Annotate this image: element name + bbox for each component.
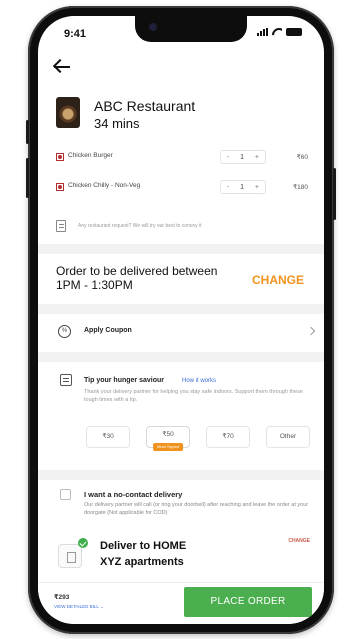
signal-icon — [257, 28, 268, 36]
view-detailed-bill-link[interactable]: VIEW DETAILED BILL ⌄ — [54, 604, 104, 610]
tip-option-30[interactable]: ₹30 — [86, 426, 130, 448]
phone-side-button — [26, 120, 29, 144]
status-time: 9:41 — [64, 28, 87, 40]
change-address-button[interactable]: CHANGE — [288, 538, 310, 544]
cart-item: Chicken Burger - 1 + ₹60 — [56, 150, 312, 166]
deliver-to-title: Deliver to HOME — [100, 540, 187, 552]
tip-amount: ₹30 — [102, 433, 114, 440]
tip-icon — [60, 374, 72, 386]
tip-option-70[interactable]: ₹70 — [206, 426, 250, 448]
increment-button[interactable]: + — [255, 154, 259, 161]
order-total: ₹293 — [54, 594, 70, 601]
most-tipped-badge: Most Tipped — [153, 443, 183, 451]
quantity-value: 1 — [240, 153, 245, 161]
cart-item-name: Chicken Chilly - Non-Veg — [68, 182, 141, 189]
phone-notch — [135, 16, 247, 42]
tip-description: Thank your delivery partner for helping … — [84, 389, 303, 403]
increment-button[interactable]: + — [255, 184, 259, 191]
back-arrow-icon[interactable] — [52, 58, 72, 76]
section-divider — [38, 352, 324, 362]
non-veg-icon — [56, 183, 64, 191]
delivery-time-text: Order to be delivered between 1PM - 1:30… — [56, 264, 218, 292]
no-contact-description: Our delivery partner will call (or ring … — [84, 502, 309, 516]
camera-icon — [149, 23, 157, 31]
coupon-icon: % — [58, 325, 71, 338]
restaurant-thumbnail — [56, 97, 80, 128]
phone-side-button — [333, 168, 336, 220]
status-icons — [257, 28, 302, 36]
home-icon — [58, 544, 82, 568]
section-divider — [38, 244, 324, 254]
restaurant-request-input[interactable]: Any restaurant request? We will try our … — [78, 223, 202, 229]
wifi-icon — [272, 28, 282, 36]
cart-item-price: ₹180 — [293, 184, 308, 191]
section-divider — [38, 304, 324, 314]
non-veg-icon — [56, 153, 64, 161]
tip-title: Tip your hunger saviour — [84, 377, 164, 384]
tip-option-50[interactable]: ₹50 Most Tipped — [146, 426, 190, 451]
restaurant-name: ABC Restaurant — [94, 98, 196, 114]
apply-coupon-button[interactable]: Apply Coupon — [84, 327, 132, 334]
no-contact-checkbox[interactable] — [60, 489, 71, 500]
tip-amount: Other — [279, 433, 297, 440]
checkout-bar: ₹293 VIEW DETAILED BILL ⌄ PLACE ORDER — [38, 582, 324, 624]
change-delivery-time-button[interactable]: CHANGE — [252, 273, 304, 287]
tip-amount: ₹50 — [162, 431, 174, 438]
check-icon — [78, 538, 88, 548]
decrement-button[interactable]: - — [227, 154, 229, 161]
place-order-button[interactable]: PLACE ORDER — [184, 587, 312, 617]
quantity-value: 1 — [240, 183, 245, 191]
chevron-right-icon[interactable] — [306, 326, 316, 336]
no-contact-title: I want a no-contact delivery — [84, 490, 183, 499]
decrement-button[interactable]: - — [227, 184, 229, 191]
quantity-stepper[interactable]: - 1 + — [220, 180, 266, 194]
tip-amount: ₹70 — [222, 433, 234, 440]
cart-item-price: ₹60 — [296, 154, 308, 161]
app-screen: 9:41 ABC Restaurant 34 mins Chicken Burg… — [38, 16, 324, 624]
view-bill-label: VIEW DETAILED BILL — [54, 604, 99, 609]
cart-item-name: Chicken Burger — [68, 152, 113, 159]
restaurant-eta: 34 mins — [94, 116, 140, 131]
tip-option-other[interactable]: Other — [266, 426, 310, 448]
delivery-address: XYZ apartments — [100, 556, 184, 568]
phone-side-button — [26, 158, 29, 198]
cart-item: Chicken Chilly - Non-Veg - 1 + ₹180 — [56, 180, 312, 196]
how-it-works-link[interactable]: How it works — [182, 378, 216, 384]
section-divider — [38, 470, 324, 480]
battery-icon — [286, 28, 302, 36]
quantity-stepper[interactable]: - 1 + — [220, 150, 266, 164]
note-icon — [56, 220, 66, 232]
